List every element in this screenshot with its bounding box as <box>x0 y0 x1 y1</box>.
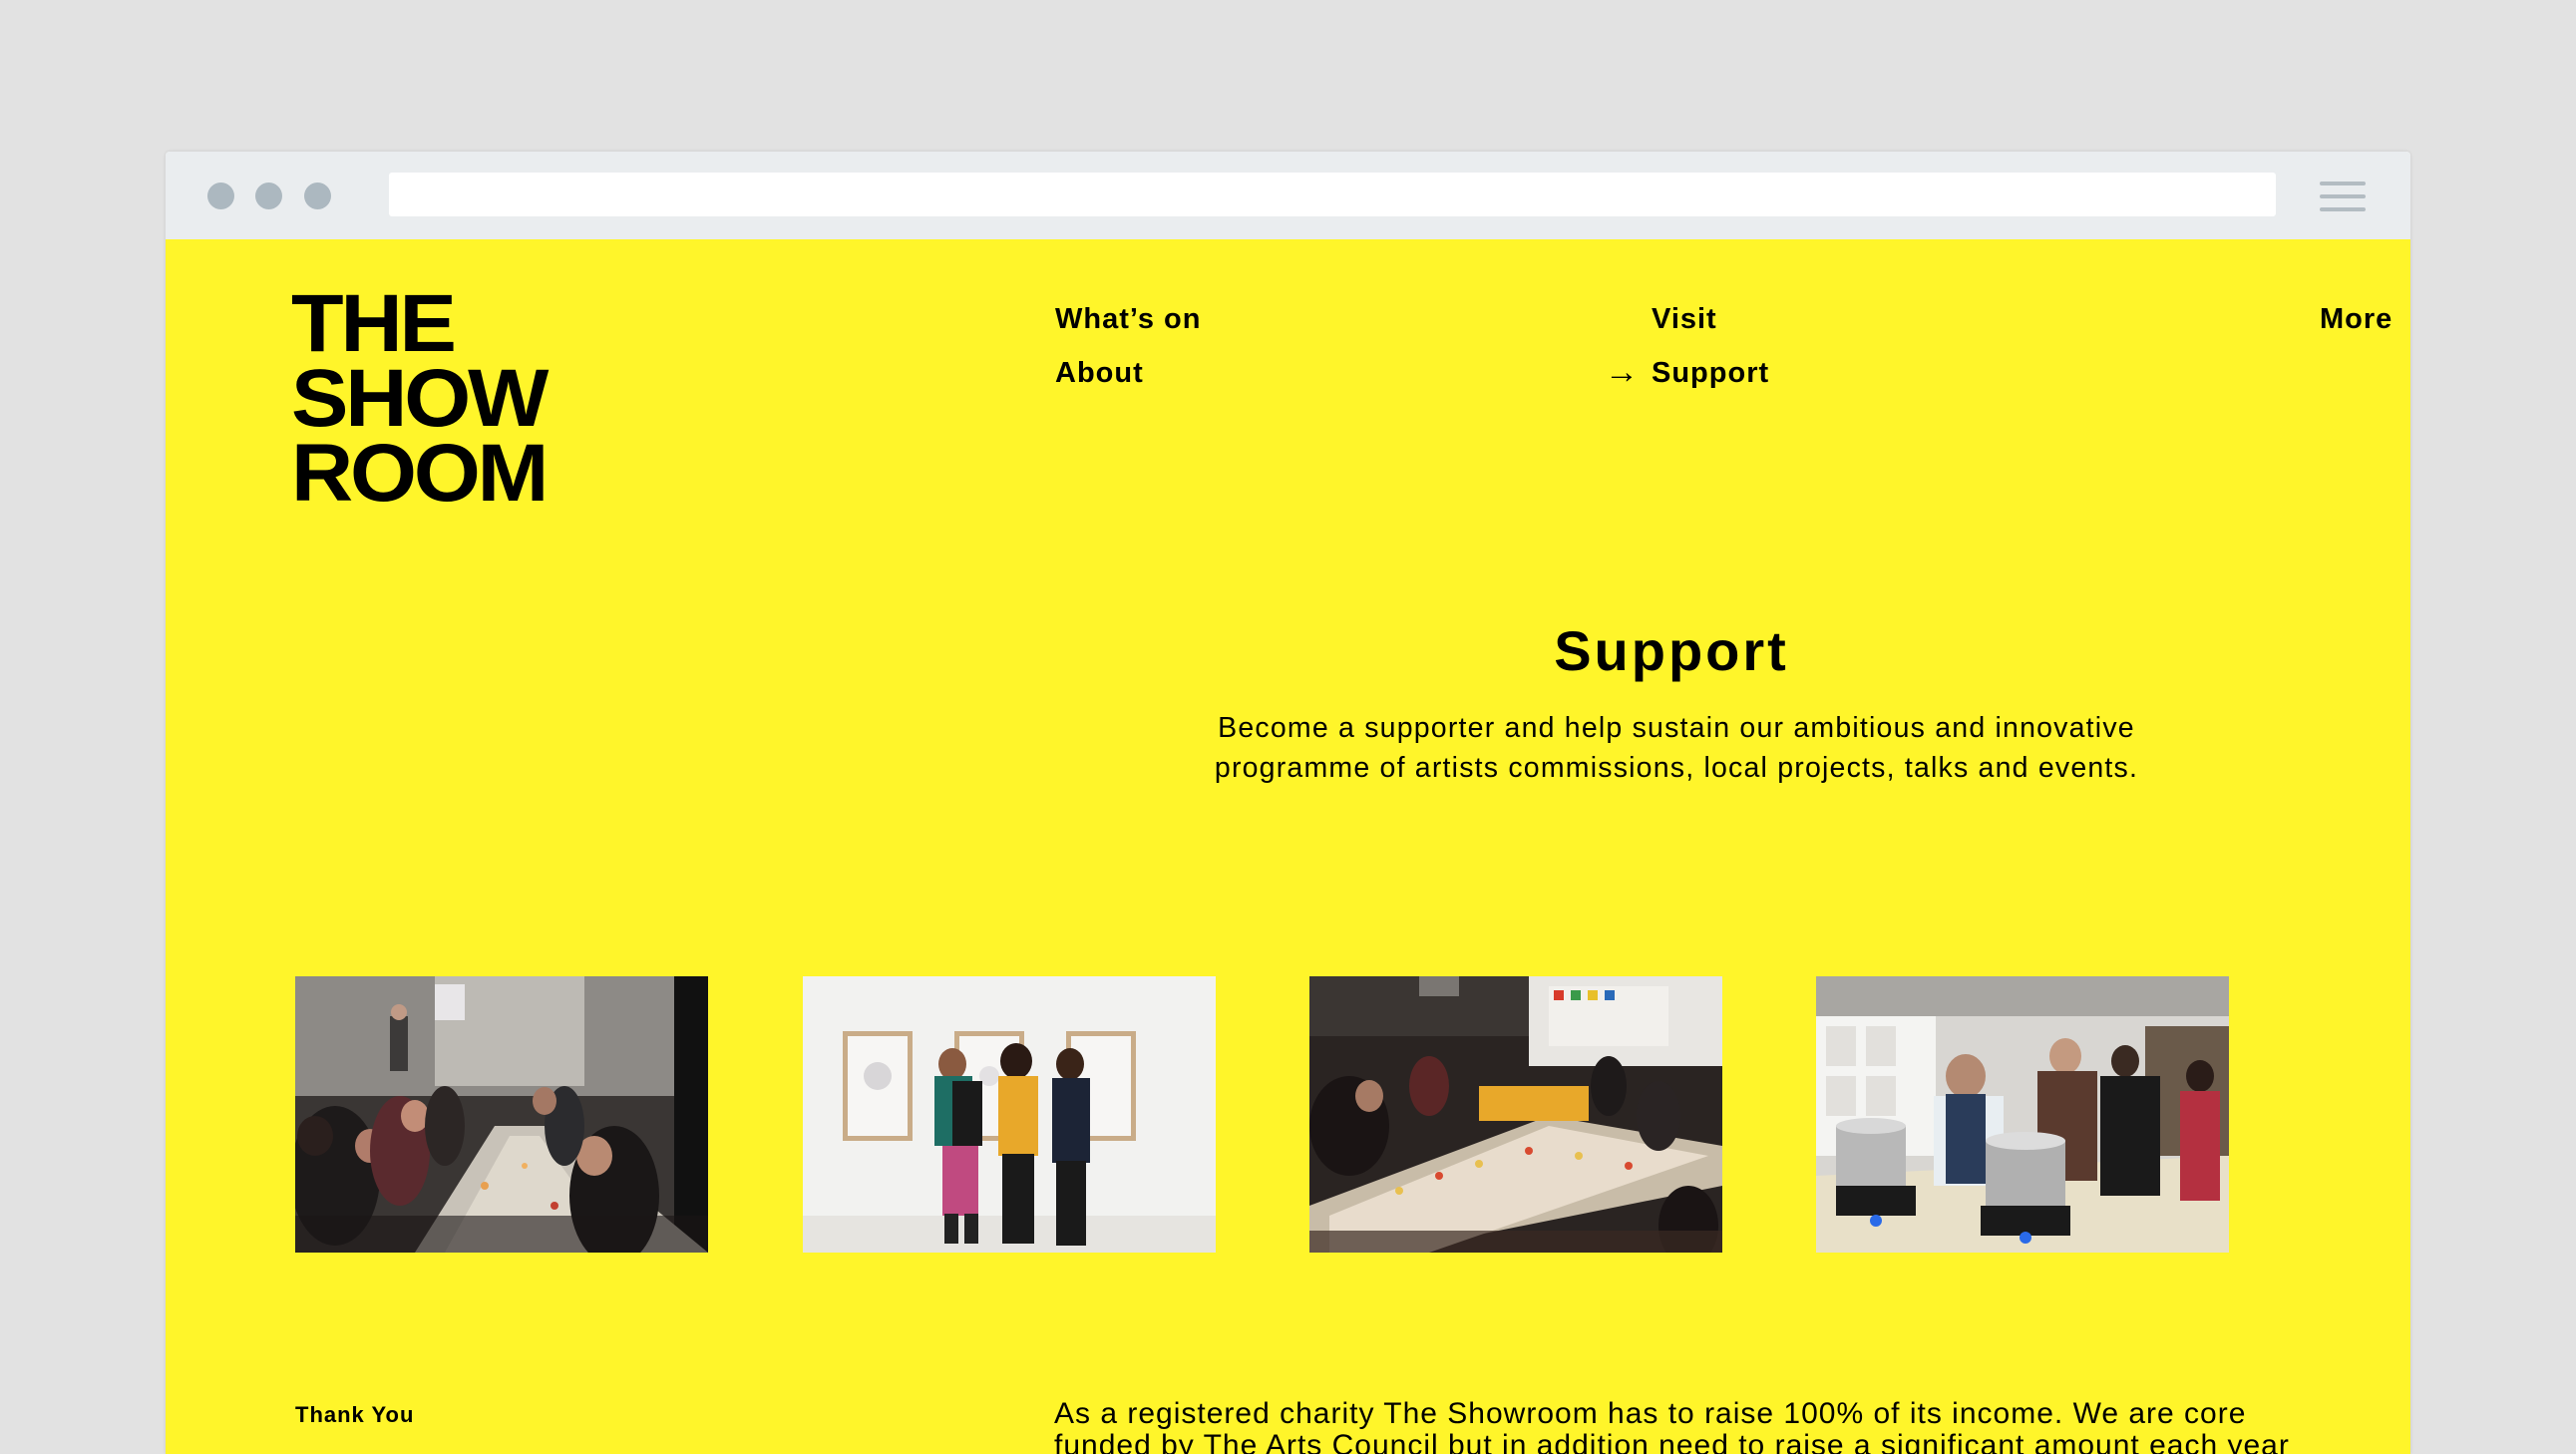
banquet-hall-photo <box>1309 976 1722 1253</box>
browser-window: THE SHOW ROOM What’s on About Visit → Su… <box>166 152 2410 1454</box>
logo-line-1: THE <box>291 278 457 369</box>
dinner-table-photo <box>295 976 708 1253</box>
address-bar[interactable] <box>389 173 2276 216</box>
nav-more[interactable]: More <box>2320 303 2392 336</box>
logo-line-3: ROOM <box>291 428 549 519</box>
window-close-dot[interactable] <box>207 182 234 209</box>
site-page: THE SHOW ROOM What’s on About Visit → Su… <box>166 239 2410 1454</box>
nav-visit[interactable]: Visit <box>1652 303 1717 336</box>
thank-you-label: Thank You <box>295 1402 415 1427</box>
browser-chrome <box>166 152 2410 239</box>
window-maximize-dot[interactable] <box>304 182 331 209</box>
gallery-visitors-photo <box>803 976 1216 1253</box>
window-minimize-dot[interactable] <box>255 182 282 209</box>
nav-support[interactable]: Support <box>1652 357 1769 390</box>
nav-about[interactable]: About <box>1055 357 1144 390</box>
hamburger-menu-icon[interactable] <box>2320 182 2366 213</box>
nav-whats-on[interactable]: What’s on <box>1055 303 1201 336</box>
logo-line-2: SHOW <box>291 353 549 444</box>
showroom-logo[interactable]: THE SHOW ROOM <box>291 283 590 515</box>
thank-you-text: As a registered charity The Showroom has… <box>1054 1397 2290 1454</box>
active-arrow-icon: → <box>1605 353 1639 391</box>
page-title: Support <box>1554 619 1789 682</box>
intro-text: Become a supporter and help sustain our … <box>1214 712 2139 784</box>
cooking-event-photo <box>1816 976 2229 1253</box>
